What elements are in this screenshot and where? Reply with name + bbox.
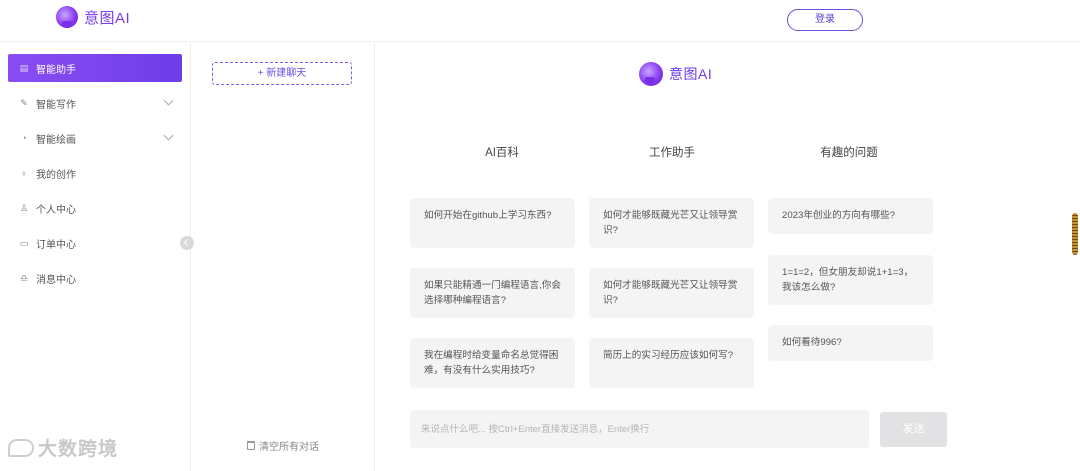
bell-icon: ♎ <box>19 272 29 283</box>
clear-all-label: 清空所有对话 <box>259 442 319 453</box>
palette-icon: ◔ <box>21 133 27 143</box>
main-panel: 意图AI AI百科 工作助手 有趣的问题 如何开始在github上学习东西? 如… <box>375 42 1080 471</box>
suggestion-card[interactable]: 1=1=2，但女朋友却说1+1=3，我该怎么做? <box>768 255 933 305</box>
suggestion-card[interactable]: 如何开始在github上学习东西? <box>410 198 575 248</box>
user-icon: ♙ <box>19 202 29 213</box>
sidebar-item-label: 智能助手 <box>36 64 76 76</box>
app-name: 意图AI <box>84 9 131 27</box>
suggestion-card[interactable]: 简历上的实习经历应该如何写? <box>589 338 754 388</box>
sidebar-item-creations[interactable]: ♁ 我的创作 <box>8 159 182 187</box>
new-chat-button[interactable]: + 新建聊天 <box>212 62 352 85</box>
order-icon: ▭ <box>19 237 29 248</box>
sidebar-item-messages[interactable]: ♎ 消息中心 <box>8 264 182 292</box>
chat-list-panel: + 新建聊天 清空所有对话 <box>191 42 375 471</box>
sidebar-item-label: 个人中心 <box>36 204 76 216</box>
sidebar-item-label: 订单中心 <box>36 239 76 251</box>
suggestion-card[interactable]: 如何看待996? <box>768 325 933 361</box>
bulb-icon: ♁ <box>20 168 28 178</box>
suggestion-card[interactable]: 2023年创业的方向有哪些? <box>768 198 933 234</box>
main-brand: 意图AI <box>639 62 712 86</box>
brain-logo-icon <box>56 6 78 28</box>
watermark-text: 大数跨境 <box>38 439 119 460</box>
clear-all-button[interactable]: 清空所有对话 <box>247 438 319 453</box>
brand-name: 意图AI <box>669 66 713 82</box>
send-button[interactable]: 发送 <box>880 412 947 447</box>
app-logo[interactable]: 意图AI <box>56 6 130 28</box>
column-title-fun: 有趣的问题 <box>820 147 878 159</box>
sidebar-item-profile[interactable]: ♙ 个人中心 <box>8 194 182 222</box>
login-button[interactable]: 登录 <box>787 9 863 31</box>
assistant-icon: ▤ <box>19 62 29 73</box>
suggestion-card[interactable]: 我在编程时给变量命名总觉得困难，有没有什么实用技巧? <box>410 338 575 388</box>
sidebar-item-writing[interactable]: ✎ 智能写作 <box>8 89 182 117</box>
chevron-down-icon <box>163 95 174 106</box>
sidebar-item-assistant[interactable]: ▤ 智能助手 <box>8 54 182 82</box>
brain-logo-icon <box>639 62 663 86</box>
sidebar: ▤ 智能助手 ✎ 智能写作 ◔ 智能绘画 ♁ 我的创作 ♙ 个人中心 ▭ 订单中… <box>0 42 191 471</box>
suggestion-card[interactable]: 如何才能够既藏光芒又让领导赏识? <box>589 268 754 318</box>
suggestion-card[interactable]: 如果只能精通一门编程语言,你会选择哪种编程语言? <box>410 268 575 318</box>
sidebar-item-label: 消息中心 <box>36 274 76 286</box>
column-title-work: 工作助手 <box>649 147 695 159</box>
scrollbar-thumb[interactable] <box>1072 213 1078 255</box>
trash-icon <box>247 441 255 450</box>
sidebar-item-label: 我的创作 <box>36 169 76 181</box>
sidebar-item-label: 智能写作 <box>36 99 76 111</box>
column-title-encyclopedia: AI百科 <box>485 147 519 159</box>
chevron-down-icon <box>163 130 174 141</box>
sidebar-item-painting[interactable]: ◔ 智能绘画 <box>8 124 182 152</box>
sidebar-item-label: 智能绘画 <box>36 134 76 146</box>
sidebar-item-orders[interactable]: ▭ 订单中心 <box>8 229 182 257</box>
message-input[interactable] <box>410 410 869 448</box>
suggestion-card[interactable]: 如何才能够既藏光芒又让领导赏识? <box>589 198 754 248</box>
pen-icon: ✎ <box>20 97 28 108</box>
watermark: 大数跨境 <box>8 434 118 461</box>
top-header: 意图AI 登录 <box>0 0 1080 42</box>
watermark-logo-icon <box>8 438 34 457</box>
